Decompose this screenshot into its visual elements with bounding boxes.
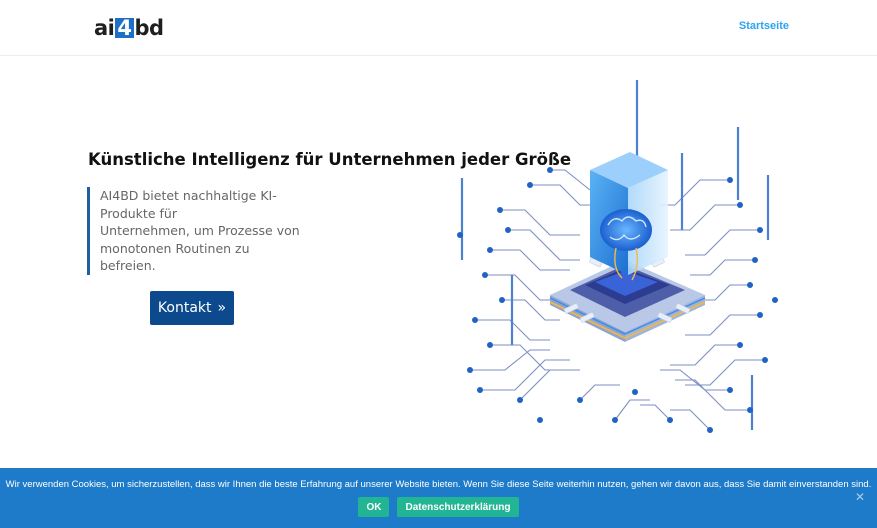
nav-link-startseite[interactable]: Startseite (739, 20, 789, 32)
site-logo[interactable]: ai 4 bd (94, 16, 164, 40)
cookie-banner: Wir verwenden Cookies, um sicherzustelle… (0, 468, 877, 528)
hero-description: AI4BD bietet nachhaltige KI- Produkte fü… (87, 187, 315, 275)
site-header: ai 4 bd Startseite (0, 0, 877, 56)
cookie-ok-button[interactable]: OK (358, 497, 390, 517)
hero-description-line: AI4BD bietet nachhaltige KI- (100, 188, 277, 203)
logo-suffix: bd (134, 16, 165, 40)
cookie-button-group: OK Datenschutzerklärung (0, 497, 877, 517)
close-icon[interactable]: ✕ (855, 490, 865, 504)
hero-description-line: Unternehmen, um Prozesse von (100, 223, 300, 238)
privacy-policy-button[interactable]: Datenschutzerklärung (397, 497, 519, 517)
contact-button-label: Kontakt (157, 300, 212, 316)
double-chevron-right-icon: » (217, 300, 227, 316)
logo-highlight: 4 (115, 16, 134, 40)
ai-chip-brain-illustration (457, 80, 778, 433)
logo-prefix: ai (94, 16, 115, 40)
hero-description-line: monotonen Routinen zu (100, 240, 250, 256)
cookie-notice-text: Wir verwenden Cookies, um sicherzustelle… (5, 479, 872, 490)
hero-description-line: Produkte für (100, 205, 177, 221)
hero-description-line: befreien. (100, 258, 156, 273)
contact-button[interactable]: Kontakt » (150, 291, 234, 325)
